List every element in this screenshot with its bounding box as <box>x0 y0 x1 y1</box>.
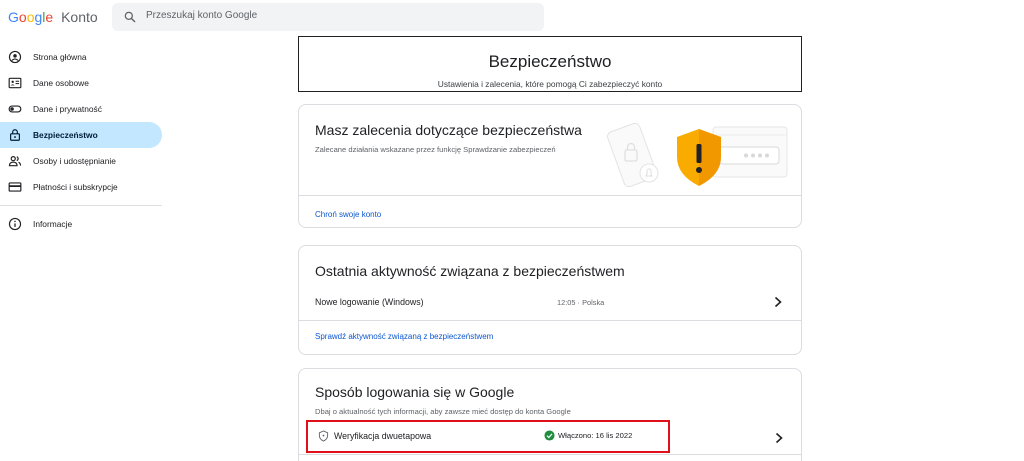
card-divider <box>299 195 801 196</box>
activity-event-label: Nowe logowanie (Windows) <box>315 297 424 307</box>
search-input[interactable]: Przeszukaj konto Google <box>112 3 544 31</box>
sidebar-item-payments[interactable]: Płatności i subskrypcje <box>0 174 162 200</box>
sidebar-item-home[interactable]: Strona główna <box>0 44 162 70</box>
toggle-icon <box>8 105 22 113</box>
security-activity-card: Ostatnia aktywność związana z bezpieczeń… <box>298 245 802 355</box>
sidebar-item-security[interactable]: Bezpieczeństwo <box>0 122 162 148</box>
activity-row[interactable]: Nowe logowanie (Windows) 12:05 · Polska <box>299 284 801 320</box>
search-icon[interactable] <box>123 10 137 24</box>
search-placeholder: Przeszukaj konto Google <box>146 10 258 21</box>
card-title: Sposób logowania się w Google <box>315 384 515 400</box>
page-subtitle: Ustawienia i zalecenia, które pomogą Ci … <box>437 79 663 89</box>
security-recommendations-card: Masz zalecenia dotyczące bezpieczeństwa … <box>298 104 802 228</box>
two-step-label: Weryfikacja dwuetapowa <box>334 431 432 441</box>
chevron-right-icon[interactable] <box>773 296 783 308</box>
chevron-right-icon[interactable] <box>774 432 784 444</box>
sidebar-item-label: Strona główna <box>33 52 87 62</box>
lock-icon <box>10 129 20 141</box>
sidebar-item-about[interactable]: Informacje <box>0 211 162 237</box>
sidebar-item-people-sharing[interactable]: Osoby i udostępnianie <box>0 148 162 174</box>
card-description: Zalecane działania wskazane przez funkcj… <box>315 145 556 154</box>
two-step-status: Włączono: 16 lis 2022 <box>558 431 633 440</box>
sidebar-item-label: Osoby i udostępnianie <box>33 156 116 166</box>
review-activity-link[interactable]: Sprawdź aktywność związaną z bezpieczeńs… <box>315 332 493 341</box>
sidebar-item-label: Płatności i subskrypcje <box>33 182 118 192</box>
page-header: Bezpieczeństwo Ustawienia i zalecenia, k… <box>298 36 802 92</box>
sidebar-nav: Strona główna Dane osobowe Dane i prywat… <box>0 44 170 237</box>
google-account-logo[interactable]: Google Konto <box>8 9 98 25</box>
card-title: Ostatnia aktywność związana z bezpieczeń… <box>315 263 625 279</box>
id-card-icon <box>8 77 22 89</box>
sidebar-item-label: Bezpieczeństwo <box>33 130 98 140</box>
card-title: Masz zalecenia dotyczące bezpieczeństwa <box>315 122 582 138</box>
logo-letter: o <box>18 9 27 25</box>
sidebar-item-personal-info[interactable]: Dane osobowe <box>0 70 162 96</box>
sidebar-item-label: Informacje <box>33 219 73 229</box>
card-divider <box>299 320 801 321</box>
logo-letter: e <box>45 9 54 25</box>
check-circle-icon <box>544 430 555 441</box>
info-icon <box>8 217 22 231</box>
logo-letter: G <box>8 9 19 25</box>
home-icon <box>8 50 22 64</box>
protect-account-link[interactable]: Chroń swoje konto <box>315 210 381 219</box>
card-description: Dbaj o aktualność tych informacji, aby z… <box>315 407 571 416</box>
sidebar-item-data-privacy[interactable]: Dane i prywatność <box>0 96 162 122</box>
people-icon <box>8 156 22 167</box>
app-header: Google Konto Przeszukaj konto Google <box>0 0 1024 34</box>
credit-card-icon <box>8 182 22 192</box>
sidebar-item-label: Dane i prywatność <box>33 104 102 114</box>
page-title: Bezpieczeństwo <box>488 52 612 71</box>
sidebar-divider <box>0 205 162 206</box>
card-divider <box>299 454 801 455</box>
security-illustration <box>607 122 788 188</box>
logo-suffix: Konto <box>61 9 98 25</box>
two-step-verification-row[interactable]: Weryfikacja dwuetapowa Włączono: 16 lis … <box>306 420 670 453</box>
sidebar-item-label: Dane osobowe <box>33 78 89 88</box>
activity-event-meta: 12:05 · Polska <box>557 298 605 307</box>
shield-icon <box>318 430 329 442</box>
